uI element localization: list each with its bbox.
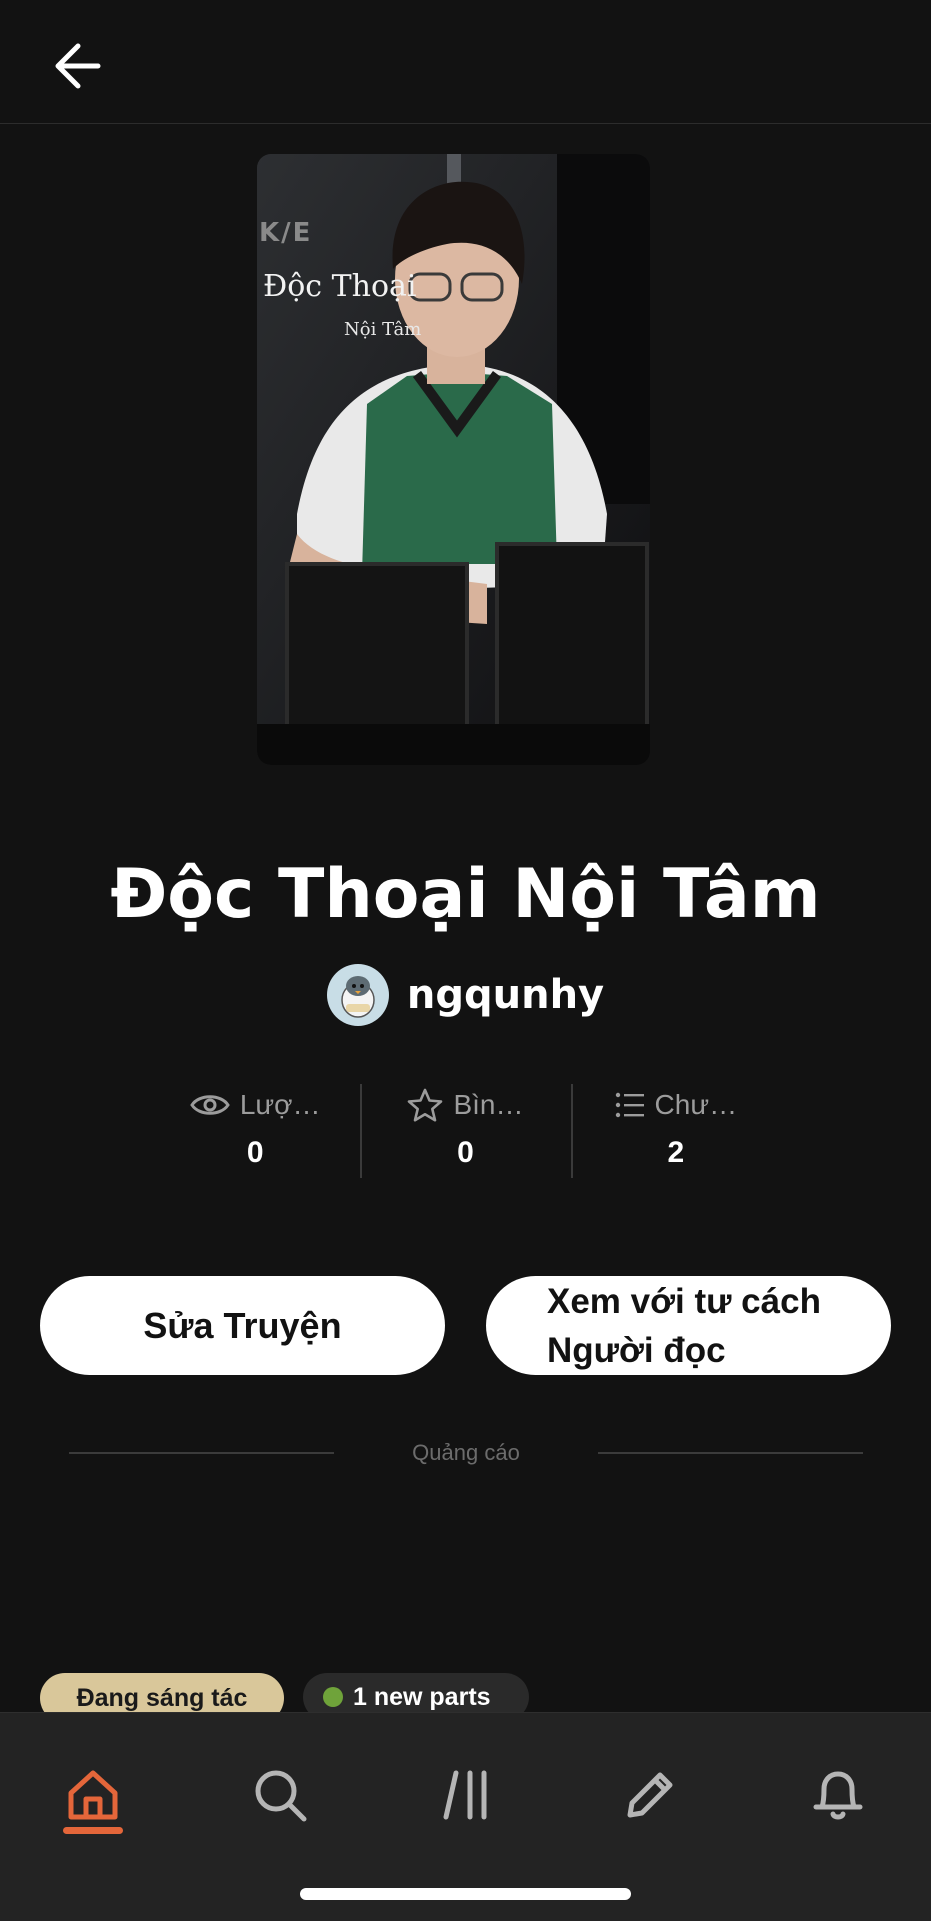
home-indicator-bar[interactable] xyxy=(300,1888,631,1900)
penguin-avatar-icon xyxy=(341,976,375,1018)
stat-label: Bìn… xyxy=(453,1089,524,1120)
cover-title-line1: Độc Thoại xyxy=(263,269,417,304)
list-icon xyxy=(615,1092,644,1118)
nav-search[interactable] xyxy=(230,1745,330,1845)
eye-icon xyxy=(190,1095,230,1115)
star-icon xyxy=(408,1088,443,1122)
stat-parts: Chư… 2 xyxy=(570,1080,781,1180)
search-icon xyxy=(255,1770,307,1822)
divider-line xyxy=(69,1452,334,1454)
cover-artwork xyxy=(257,154,650,765)
nav-notifications[interactable] xyxy=(788,1745,888,1845)
stat-value: 2 xyxy=(667,1136,685,1169)
back-button[interactable] xyxy=(40,34,116,98)
library-icon xyxy=(443,1770,487,1820)
bell-icon xyxy=(813,1771,863,1820)
cover-title-line2: Nội Tâm xyxy=(344,319,422,340)
stat-value: 0 xyxy=(246,1136,264,1169)
write-icon xyxy=(627,1772,673,1818)
ad-label: Quảng cáo xyxy=(412,1440,520,1465)
divider-line xyxy=(598,1452,863,1454)
nav-write[interactable] xyxy=(600,1745,700,1845)
stat-reads: Lượ… 0 xyxy=(150,1080,360,1180)
view-as-reader-button[interactable]: Xem với tư cách Người đọc xyxy=(486,1276,891,1375)
new-parts-label: 1 new parts xyxy=(353,1682,491,1711)
stat-votes: Bìn… 0 xyxy=(360,1080,570,1180)
cover-logo-mark: K/E xyxy=(259,218,313,248)
nav-library[interactable] xyxy=(418,1745,518,1845)
story-title: Độc Thoại Nội Tâm xyxy=(110,855,821,934)
arrow-left-icon xyxy=(55,43,101,89)
author-row[interactable]: ngqunhy xyxy=(0,964,931,1026)
stat-label: Chư… xyxy=(654,1089,738,1120)
author-name: ngqunhy xyxy=(406,972,605,1018)
active-nav-indicator xyxy=(63,1827,123,1834)
bottom-nav xyxy=(0,1712,931,1921)
home-icon xyxy=(68,1770,118,1820)
story-stats: Lượ… 0 Bìn… 0 Chư… 2 xyxy=(150,1080,781,1180)
avatar xyxy=(326,964,389,1026)
new-indicator-dot xyxy=(323,1687,343,1707)
stat-value: 0 xyxy=(457,1136,474,1169)
view-as-reader-label: Xem với tư cách Người đọc xyxy=(547,1281,821,1370)
stat-label: Lượ… xyxy=(239,1089,321,1120)
top-bar xyxy=(0,0,931,124)
edit-story-button[interactable]: Sửa Truyện xyxy=(40,1276,445,1375)
ad-divider: Quảng cáo xyxy=(69,1436,863,1470)
story-cover: K/E Độc Thoại Nội Tâm xyxy=(257,154,650,765)
